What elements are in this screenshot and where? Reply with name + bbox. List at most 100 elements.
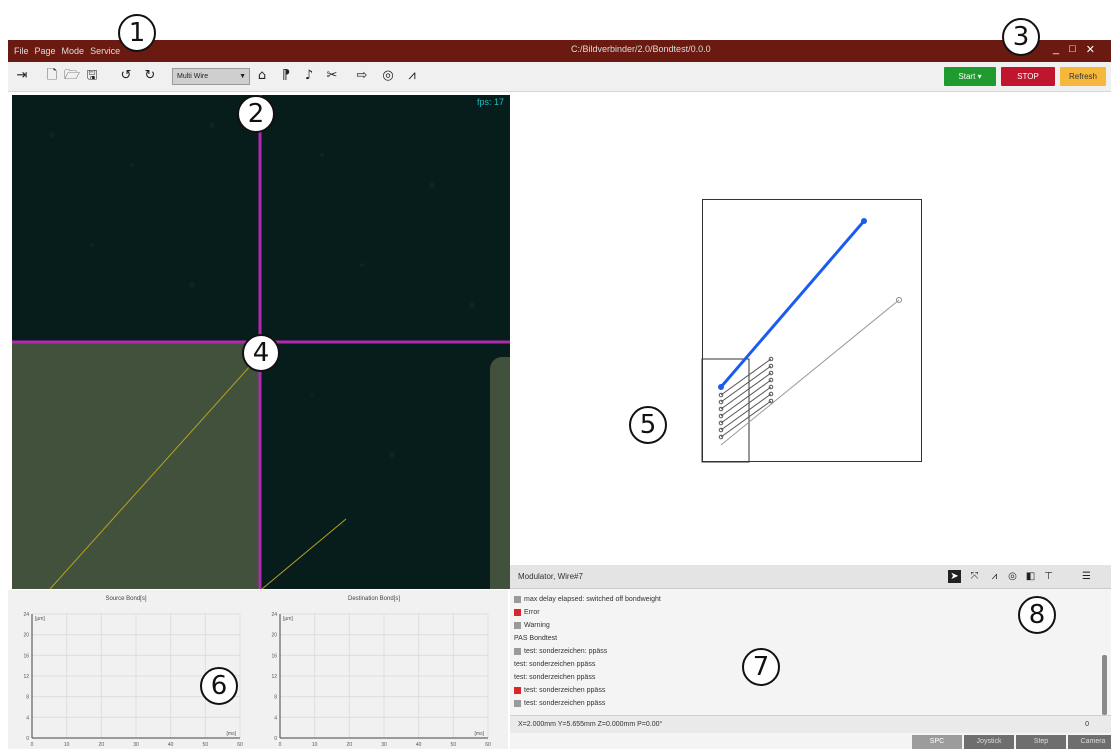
tab-step[interactable]: Step <box>1016 735 1066 749</box>
x-tick-label: 30 <box>381 742 387 748</box>
tab-spc[interactable]: SPC <box>912 735 962 749</box>
window-title: C:/Bildverbinder/2.0/Bondtest/0.0.0 <box>571 44 711 54</box>
log-text: test: sonderzeichen ppäss <box>524 700 606 707</box>
tool-icon[interactable]: ♪ <box>301 68 317 84</box>
menu-file[interactable]: File <box>14 46 29 56</box>
settings-icon[interactable]: ☰ <box>1080 570 1093 583</box>
position-status: X=2.000mm Y=5.655mm Z=0.000mm P=0.00° 0 <box>510 715 1111 733</box>
bond-plots-panel: Source Bond[s] 24 20 16 12 8 4 0 0 10 20 30 40 50 60[… <box>8 590 508 749</box>
menu-mode[interactable]: Mode <box>62 46 85 56</box>
tab-joystick[interactable]: Joystick <box>964 735 1014 749</box>
log-list: max delay elapsed: switched off bondweig… <box>514 593 1094 710</box>
redo-icon[interactable]: ↻ <box>142 68 158 84</box>
panel-icon[interactable]: ◧ <box>1024 570 1037 583</box>
callout-6: 6 <box>200 667 238 705</box>
log-header: Modulator, Wire#7 ➤ ⤧ ⩘ ◎ ◧ ⊤ ☰ <box>510 565 1111 589</box>
wire-line[interactable] <box>720 299 900 446</box>
filter-icon[interactable]: ⊤ <box>1042 570 1055 583</box>
log-panel: Modulator, Wire#7 ➤ ⤧ ⩘ ◎ ◧ ⊤ ☰ max dela… <box>510 565 1111 749</box>
destination-bond-plot: Destination Bond[s] 24 20 16 12 8 4 0 0 10 20 30 40… <box>256 590 492 749</box>
x-tick-label: 0 <box>279 742 282 748</box>
log-row[interactable]: PAS Bondtest <box>514 632 1094 645</box>
x-tick-label: 30 <box>133 742 139 748</box>
home-icon[interactable]: ⌂ <box>254 68 270 84</box>
callout-4: 4 <box>242 334 280 372</box>
log-text: max delay elapsed: switched off bondweig… <box>524 596 661 603</box>
log-row[interactable]: max delay elapsed: switched off bondweig… <box>514 593 1094 606</box>
x-tick-label: 50 <box>203 742 209 748</box>
log-row[interactable]: test: sonderzeichen ppäss <box>514 671 1094 684</box>
y-tick-label: 16 <box>271 653 277 659</box>
y-tick-label: 8 <box>26 695 29 701</box>
fit-icon[interactable]: ⤧ <box>968 570 981 583</box>
y-tick-label: 20 <box>271 633 277 639</box>
y-tick-label: 24 <box>23 612 29 618</box>
close-button[interactable]: ✕ <box>1086 43 1095 56</box>
callout-8: 8 <box>1018 596 1056 634</box>
y-tick-label: 20 <box>23 633 29 639</box>
log-row[interactable]: test: sonderzeichen ppäss <box>514 658 1094 671</box>
target-icon[interactable]: ◎ <box>380 68 396 84</box>
wire-guide-line <box>49 354 261 589</box>
log-scrollbar[interactable] <box>1102 655 1107 715</box>
fps-counter: fps: 17 <box>476 97 504 107</box>
wire-tool-icon[interactable]: ⩘ <box>404 68 420 84</box>
pointer-icon[interactable]: ➤ <box>948 570 961 583</box>
callout-5: 5 <box>629 406 667 444</box>
log-row[interactable]: Error <box>514 606 1094 619</box>
wire-start-point[interactable] <box>718 384 724 390</box>
refresh-button[interactable]: Refresh <box>1060 67 1106 86</box>
bottom-tabs: SPC Joystick Step Camera <box>910 735 1111 749</box>
tab-camera[interactable]: Camera <box>1068 735 1111 749</box>
log-row[interactable]: test: sonderzeichen ppäss <box>514 697 1094 710</box>
selected-wire[interactable] <box>719 220 866 388</box>
start-button-label: Start <box>958 72 976 81</box>
save-icon[interactable]: 🖫 <box>84 68 100 84</box>
log-title: Modulator, Wire#7 <box>518 572 583 581</box>
x-tick-label: 0 <box>31 742 34 748</box>
y-tick-label: 8 <box>274 695 277 701</box>
log-text: test: sonderzeichen ppäss <box>524 687 606 694</box>
export-icon[interactable]: ⇨ <box>354 68 370 84</box>
wire-layout-drawing <box>701 218 902 463</box>
log-row[interactable]: test: sonderzeichen: ppäss <box>514 645 1094 658</box>
y-tick-label: 0 <box>274 736 277 742</box>
cut-icon[interactable]: ✂ <box>324 68 340 84</box>
message-icon <box>514 700 521 707</box>
open-folder-icon[interactable]: 🗁 <box>64 68 80 84</box>
wire-end-point[interactable] <box>861 218 867 224</box>
start-button[interactable]: Start ▾ <box>944 67 996 86</box>
y-tick-label: 24 <box>271 612 277 618</box>
callout-1: 1 <box>118 14 156 52</box>
step-icon[interactable]: ⁋ <box>278 68 294 84</box>
status-value: 0 <box>1085 721 1089 728</box>
menu-page[interactable]: Page <box>35 46 56 56</box>
log-text: Error <box>524 609 540 616</box>
wire-bundle[interactable] <box>718 356 774 440</box>
wire-tool-icon[interactable]: ⩘ <box>988 570 1001 583</box>
mode-select[interactable]: Multi Wire ▼ <box>172 68 250 85</box>
new-file-icon[interactable]: 🗋 <box>44 68 60 84</box>
wire-layout-panel[interactable] <box>513 95 1111 565</box>
undo-icon[interactable]: ↺ <box>118 68 134 84</box>
log-text: PAS Bondtest <box>514 635 558 642</box>
x-tick-label: 60 <box>485 742 491 748</box>
error-icon <box>514 609 521 616</box>
die-outline <box>701 358 750 463</box>
log-row[interactable]: test: sonderzeichen ppäss <box>514 684 1094 697</box>
x-tick-label: 20 <box>99 742 105 748</box>
maximize-button[interactable]: □ <box>1069 43 1076 56</box>
minimize-button[interactable]: _ <box>1053 43 1059 56</box>
chevron-down-icon: ▼ <box>239 73 246 80</box>
callout-2: 2 <box>237 95 275 133</box>
toolbar: ⇥ 🗋 🗁 🖫 ↺ ↻ Multi Wire ▼ ⌂ ⁋ ♪ ✂ ⇨ ◎ ⩘ S… <box>8 62 1111 92</box>
message-icon <box>514 622 521 629</box>
menu-service[interactable]: Service <box>90 46 120 56</box>
login-icon[interactable]: ⇥ <box>14 68 30 84</box>
x-tick-label: 50 <box>451 742 457 748</box>
target-icon[interactable]: ◎ <box>1006 570 1019 583</box>
log-row[interactable]: Warning <box>514 619 1094 632</box>
x-tick-label: 20 <box>347 742 353 748</box>
stop-button[interactable]: STOP <box>1001 67 1055 86</box>
chevron-down-icon[interactable]: ▾ <box>978 72 982 81</box>
